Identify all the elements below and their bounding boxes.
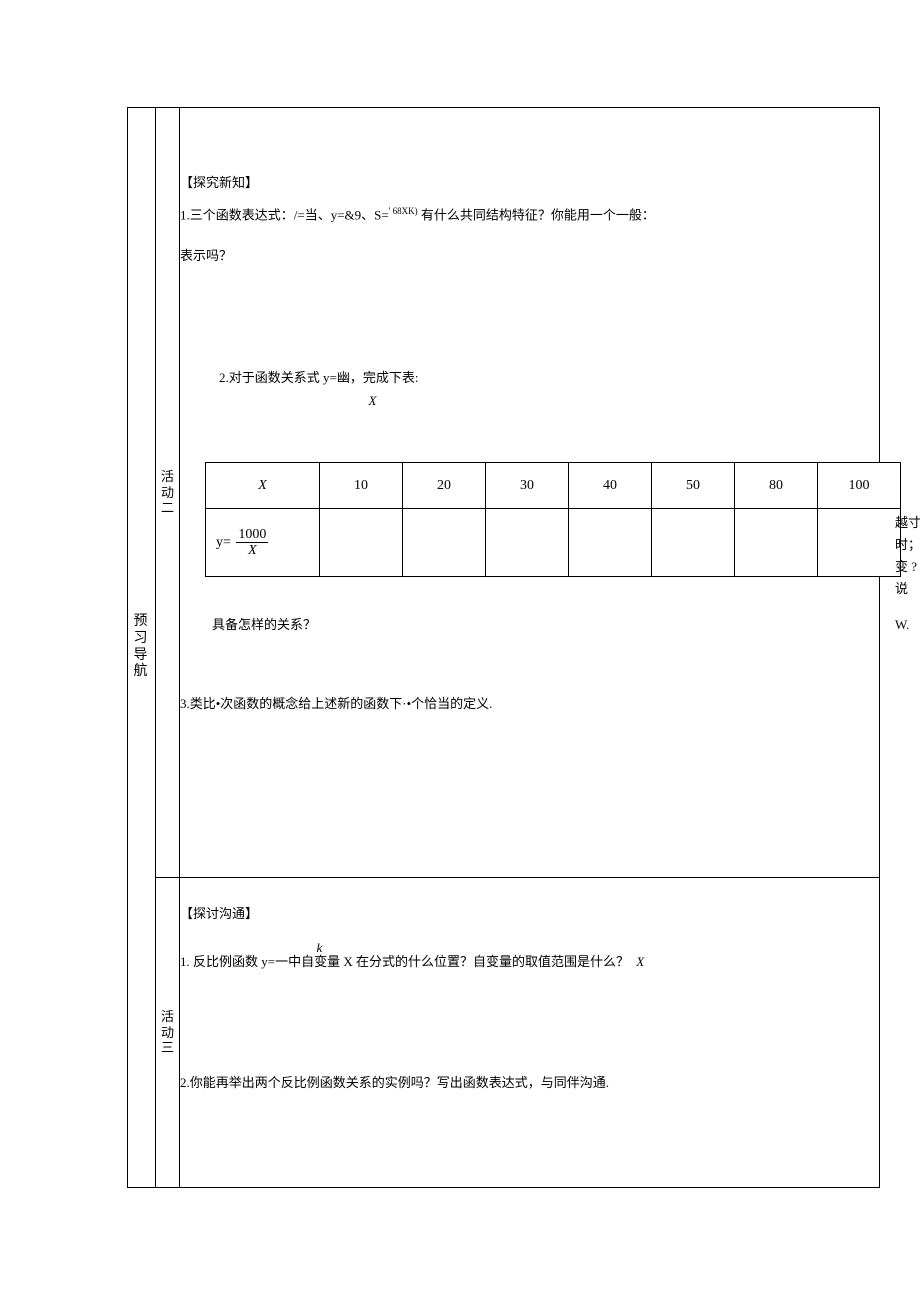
cell-x-80: 80 <box>735 463 818 509</box>
cell-y-50 <box>652 509 735 577</box>
q2-after-table: 具备怎样的关系？ <box>212 614 316 633</box>
cell-x-40: 40 <box>569 463 652 509</box>
margin-line: 说 <box>895 578 919 600</box>
fraction-denominator: X <box>236 543 268 558</box>
blank-space-5 <box>180 1103 879 1163</box>
cell-y-20 <box>403 509 486 577</box>
cell-x-100: 100 <box>818 463 901 509</box>
table-row: X 10 20 30 40 50 80 100 <box>206 463 901 509</box>
q2-2-frac-bot: X <box>369 393 377 408</box>
fraction-numerator: 1000 <box>236 527 268 542</box>
q3-1-text: 1. 反比例函数 y=一中自变量 X 在分式的什么位置？自变量的取值范围是什么？ <box>180 954 629 969</box>
cell-x-50: 50 <box>652 463 735 509</box>
q2-1-line2: 表示吗？ <box>180 244 879 267</box>
table-row: y= 1000 X <box>206 509 901 577</box>
blank-space-4 <box>180 981 879 1071</box>
q2-2-line: 2.对于函数关系式 y=幽，完成下表: <box>180 366 879 389</box>
activity-3-label: 活动三 <box>161 1009 174 1055</box>
margin-line: 越寸 <box>895 512 919 534</box>
gap <box>180 934 879 950</box>
q2-2-text: 2.对于函数关系式 y=幽，完成下表: <box>219 370 418 385</box>
section-2-title: 【探究新知】 <box>180 171 879 194</box>
activity-2-label-cell: 活动二 <box>156 108 180 878</box>
fraction: 1000 X <box>236 527 268 559</box>
margin-fragments: 越寸 时； 变 ? 说 <box>895 512 919 600</box>
cell-x-label: X <box>206 463 320 509</box>
margin-w: W. <box>895 617 909 633</box>
section-3-title: 【探讨沟通】 <box>180 902 879 925</box>
q2-3: 3.类比•次函数的概念给上述新的函数下·•个恰当的定义. <box>180 692 879 715</box>
x-label: X <box>258 478 267 493</box>
q3-2: 2.你能再举出两个反比例函数关系的实例吗？写出函数表达式，与同伴沟通. <box>180 1071 879 1094</box>
cell-y-10 <box>320 509 403 577</box>
q2-1-part-a: 1.三个函数表达式：/=当、y=&9、S= <box>180 207 389 222</box>
cell-x-20: 20 <box>403 463 486 509</box>
q2-2-frac-bot-holder: X <box>369 389 880 412</box>
blank-space <box>180 276 879 366</box>
cell-y-label: y= 1000 X <box>206 509 320 577</box>
activity-2-label: 活动二 <box>161 469 174 515</box>
q2-1-part-b: 有什么共同结构特征？你能用一个一般： <box>418 207 655 222</box>
left-rail-label: 预习导航 <box>128 108 156 1188</box>
xy-data-table: X 10 20 30 40 50 80 100 y= 1000 X <box>205 462 901 577</box>
q2-1-sup: ' 68XK) <box>389 206 418 216</box>
cell-y-30 <box>486 509 569 577</box>
cell-y-40 <box>569 509 652 577</box>
activity-3-label-cell: 活动三 <box>156 878 180 1188</box>
cell-x-10: 10 <box>320 463 403 509</box>
worksheet-outer-table: 预习导航 活动二 【探究新知】 1.三个函数表达式：/=当、y=&9、S=' 6… <box>127 107 880 1188</box>
left-rail-text: 预习导航 <box>134 614 150 679</box>
cell-y-100 <box>818 509 901 577</box>
y-eq: y= <box>216 535 231 550</box>
q2-1-line1: 1.三个函数表达式：/=当、y=&9、S=' 68XK) 有什么共同结构特征？你… <box>180 203 879 227</box>
q3-1: k 1. 反比例函数 y=一中自变量 X 在分式的什么位置？自变量的取值范围是什… <box>180 950 879 973</box>
blank-space-3 <box>180 724 879 814</box>
q3-1-k: k <box>317 936 323 959</box>
margin-line: 变 ? <box>895 556 919 578</box>
activity-3-content: 【探讨沟通】 k 1. 反比例函数 y=一中自变量 X 在分式的什么位置？自变量… <box>180 878 880 1188</box>
margin-line: 时； <box>895 534 919 556</box>
q3-1-x: X <box>636 954 644 969</box>
cell-y-80 <box>735 509 818 577</box>
cell-x-30: 30 <box>486 463 569 509</box>
